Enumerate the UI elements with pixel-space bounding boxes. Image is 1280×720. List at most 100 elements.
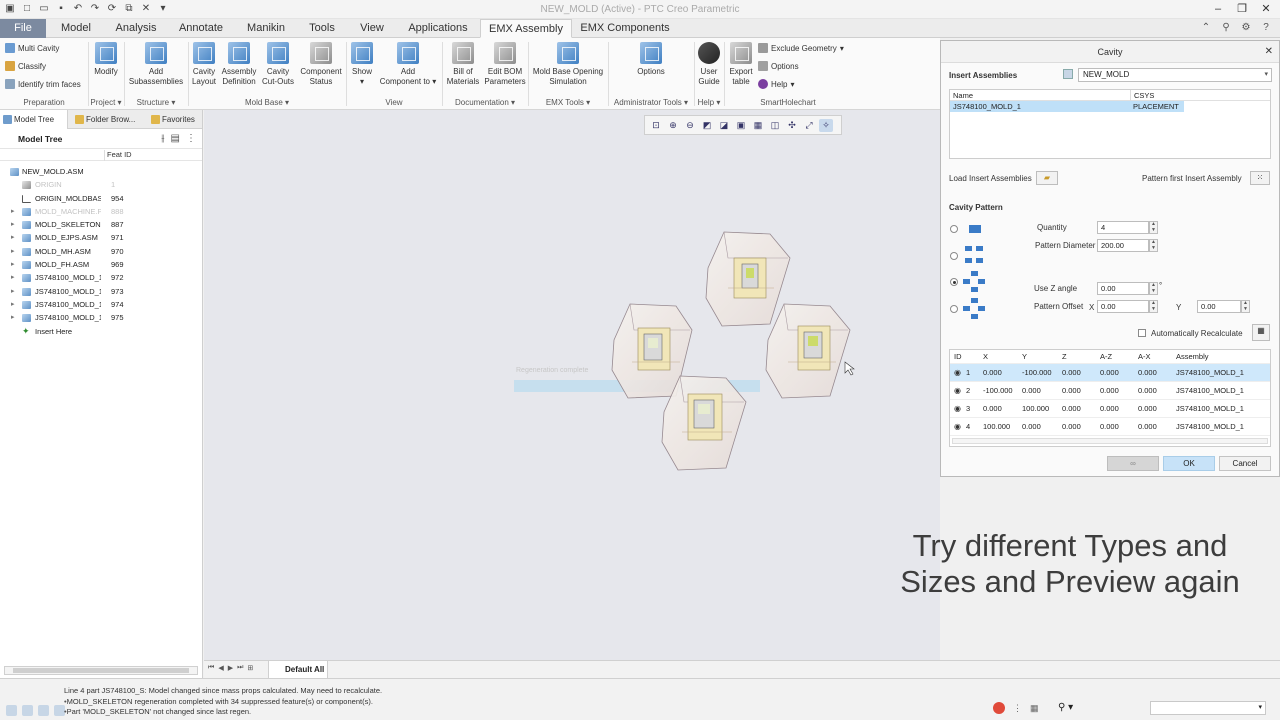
collapse-ribbon-icon[interactable]: ⌃ (1200, 22, 1212, 33)
browser-icon[interactable] (38, 705, 49, 716)
pattern-table-scrollbar[interactable] (952, 438, 1268, 444)
expand-arrow-icon[interactable]: ▸ (11, 311, 15, 324)
help-icon[interactable]: ? (1260, 22, 1272, 33)
offset-x-field[interactable]: 0.00 ▲ ▼ (1097, 300, 1158, 313)
eye-icon[interactable]: ◉ (954, 400, 961, 418)
expand-arrow-icon[interactable]: ▸ (11, 258, 15, 271)
stepper-arrows-icon[interactable]: ▲ ▼ (1149, 221, 1158, 234)
pattern-type-single-radio[interactable] (950, 225, 958, 233)
group-emx-tools[interactable]: EMX Tools ▾ (528, 96, 608, 109)
expand-arrow-icon[interactable]: ▸ (11, 298, 15, 311)
show-button[interactable]: Show ▾ (348, 42, 376, 86)
eye-icon[interactable]: ◉ (954, 364, 961, 382)
tab-view[interactable]: View (350, 19, 394, 38)
tree-item[interactable]: ▸ MOLD_FH.ASM 969 (0, 258, 202, 271)
assembly-definition-button[interactable]: Assembly Definition (220, 42, 258, 86)
stepper-arrows-icon[interactable]: ▲ ▼ (1149, 300, 1158, 313)
tree-columns-icon[interactable]: ⋮ (186, 133, 196, 144)
tab-analysis[interactable]: Analysis (108, 19, 164, 38)
stepper-arrows-icon[interactable]: ▲ ▼ (1149, 282, 1158, 295)
last-tab-icon[interactable]: ⏭ (237, 664, 243, 672)
prev-tab-icon[interactable]: ◀ (218, 664, 223, 672)
feat-id-column-header[interactable]: Feat ID (104, 150, 179, 161)
multi-cavity-button[interactable]: Multi Cavity (5, 43, 59, 53)
expand-arrow-icon[interactable]: ▸ (11, 285, 15, 298)
tree-item[interactable]: ▸ MOLD_MACHINE.PI 888 (0, 205, 202, 218)
z-angle-field[interactable]: 0.00 ▲ ▼ (1097, 282, 1158, 295)
first-tab-icon[interactable]: ⏮ (208, 664, 214, 672)
preview-button[interactable]: ∞ (1107, 456, 1159, 471)
dialog-close-icon[interactable]: ✕ (1265, 41, 1273, 63)
recalculate-button[interactable]: ▦ (1252, 324, 1270, 341)
quantity-stepper[interactable]: 4 ▲ ▼ (1097, 221, 1158, 234)
table-row[interactable]: ◉ 2 -100.000 0.000 0.000 0.000 0.000 JS748100_M… (950, 382, 1270, 400)
tree-settings-icon[interactable]: ▤ (171, 133, 180, 144)
pattern-first-button[interactable]: ⁙ (1250, 171, 1270, 185)
tab-folder-browser[interactable]: Folder Brow... (72, 110, 142, 129)
tree-item[interactable]: ✦ Insert Here (0, 325, 202, 338)
stepper-arrows-icon[interactable]: ▲ ▼ (1149, 239, 1158, 252)
edit-bom-button[interactable]: Edit BOM Parameters (484, 42, 526, 86)
add-subassemblies-button[interactable]: Add Subassemblies (126, 42, 186, 86)
tab-model[interactable]: Model (50, 19, 102, 38)
cavity-layout-button[interactable]: Cavity Layout (190, 42, 218, 86)
table-row[interactable]: ◉ 4 100.000 0.000 0.000 0.000 0.000 JS748100_MO… (950, 418, 1270, 436)
next-tab-icon[interactable]: ▶ (228, 664, 233, 672)
expand-arrow-icon[interactable]: ▸ (11, 205, 15, 218)
search-icon[interactable]: ⚲ (1220, 22, 1232, 33)
cavity-instance-4[interactable] (765, 303, 851, 399)
selection-filter-dropdown[interactable]: ▾ (1150, 701, 1266, 715)
new-tab-icon[interactable]: ⊞ (247, 664, 253, 672)
tab-file[interactable]: File (0, 19, 46, 38)
message-log-icon[interactable] (6, 705, 17, 716)
cavity-instance-1[interactable] (705, 231, 791, 327)
tree-item[interactable]: ORIGIN 1 (0, 178, 202, 191)
export-table-button[interactable]: Export table (726, 42, 756, 86)
find-icon[interactable]: ⚲ ▾ (1058, 702, 1073, 713)
modify-button[interactable]: Modify (90, 42, 122, 77)
expand-arrow-icon[interactable]: ▸ (11, 245, 15, 258)
minimize-icon[interactable]: – (1212, 3, 1224, 15)
tab-model-tree[interactable]: Model Tree (0, 110, 68, 129)
tab-favorites[interactable]: Favorites (148, 110, 202, 129)
eye-icon[interactable]: ◉ (954, 418, 961, 436)
add-component-button[interactable]: Add Component to ▾ (378, 42, 438, 86)
expand-arrow-icon[interactable]: ▸ (11, 231, 15, 244)
group-project[interactable]: Project ▾ (88, 96, 124, 109)
tree-item[interactable]: ▸ JS748100_MOLD_1... 974 (0, 298, 202, 311)
tree-item[interactable]: ORIGIN_MOLDBASE 954 (0, 192, 202, 205)
tree-item[interactable]: ▸ JS748100_MOLD_1... 972 (0, 271, 202, 284)
gear-icon[interactable]: ⚙ (1240, 22, 1252, 33)
tree-root[interactable]: NEW_MOLD.ASM (0, 165, 202, 178)
group-mold-base[interactable]: Mold Base ▾ (188, 96, 346, 109)
auto-recalculate-checkbox[interactable] (1138, 329, 1146, 337)
group-administrator-tools[interactable]: Administrator Tools ▾ (608, 96, 694, 109)
tree-item[interactable]: ▸ JS748100_MOLD_1... 975 (0, 311, 202, 324)
tab-applications[interactable]: Applications (400, 19, 476, 38)
tab-manikin[interactable]: Manikin (238, 19, 294, 38)
cancel-button[interactable]: Cancel (1219, 456, 1271, 471)
group-documentation[interactable]: Documentation ▾ (442, 96, 528, 109)
smartholechart-options-button[interactable]: Options (758, 61, 799, 71)
cavity-instance-3[interactable] (661, 375, 747, 471)
tab-emx-components[interactable]: EMX Components (578, 19, 672, 38)
tab-tools[interactable]: Tools (300, 19, 344, 38)
tree-horizontal-scrollbar[interactable] (4, 666, 198, 675)
tab-default-all[interactable]: Default All (268, 661, 328, 679)
pattern-diameter-field[interactable]: 200.00 ▲ ▼ (1097, 239, 1158, 252)
table-row[interactable]: ◉ 3 0.000 100.000 0.000 0.000 0.000 JS748100_MO… (950, 400, 1270, 418)
tab-emx-assembly[interactable]: EMX Assembly (480, 19, 572, 38)
insert-assembly-select[interactable]: NEW_MOLD ▾ (1078, 68, 1272, 82)
expand-arrow-icon[interactable]: ▸ (11, 271, 15, 284)
expand-arrow-icon[interactable]: ▸ (11, 218, 15, 231)
tree-item[interactable]: ▸ MOLD_SKELETON.PI 887 (0, 218, 202, 231)
tree-item[interactable]: ▸ MOLD_MH.ASM 970 (0, 245, 202, 258)
table-row[interactable]: JS748100_MOLD_1 PLACEMENT (950, 101, 1184, 112)
group-structure[interactable]: Structure ▾ (124, 96, 188, 109)
pattern-type-linear-radio[interactable] (950, 252, 958, 260)
user-guide-button[interactable]: User Guide (696, 42, 722, 86)
component-status-button[interactable]: Component Status (298, 42, 344, 86)
options-button[interactable]: Options (628, 42, 674, 77)
ok-button[interactable]: OK (1163, 456, 1215, 471)
cavity-cutouts-button[interactable]: Cavity Cut-Outs (260, 42, 296, 86)
